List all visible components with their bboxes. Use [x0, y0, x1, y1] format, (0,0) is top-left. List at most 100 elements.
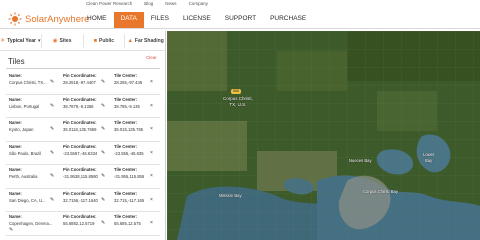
nav-data[interactable]: DATA: [113, 12, 144, 28]
map-label-mission-bay: Mission Bay: [219, 193, 242, 198]
sites-label: Sites: [59, 38, 72, 44]
far-shading-label: Far Shading: [134, 38, 164, 44]
edit-pin-pencil-icon[interactable]: ✎: [101, 173, 105, 179]
tile-row: Name: Pin Coordinates: Tile Center: São …: [6, 142, 160, 165]
tile-pin-coordinates: 38.7879,-9.1356: [63, 103, 94, 109]
tile-row: Name: Pin Coordinates: Tile Center: Kyot…: [6, 118, 160, 142]
map-label-lower-bay-2: Bay: [425, 158, 433, 163]
remove-tile-close-icon[interactable]: ×: [150, 220, 153, 226]
tile-name: Copenhagen, Denma...: [9, 221, 53, 226]
remove-tile-close-icon[interactable]: ×: [150, 79, 153, 85]
tile-center: -31.955,115.855: [114, 174, 145, 179]
tile-name-header: Name:: [9, 143, 22, 149]
tile-name-header: Name:: [9, 214, 22, 219]
edit-pin-pencil-icon[interactable]: ✎: [101, 220, 105, 226]
tile-pin-header: Pin Coordinates:: [63, 143, 97, 149]
utility-link-company[interactable]: Company: [189, 1, 208, 6]
tile-center-header: Tile Center:: [114, 96, 137, 102]
tile-name-header: Name:: [9, 120, 22, 125]
sites-button[interactable]: ◉ Sites: [42, 34, 84, 48]
tile-center-header: Tile Center:: [114, 190, 137, 196]
edit-name-pencil-icon[interactable]: ✎: [50, 173, 54, 179]
tile-pin-coordinates: -23.5567,-46.6334: [63, 150, 98, 156]
sun-logo-icon: [8, 12, 22, 26]
utility-links: Clean Power Research Blog News Company: [86, 1, 208, 6]
edit-name-pencil-icon[interactable]: ✎: [50, 150, 54, 156]
map-pin-label-line1: Corpus Christi,: [223, 96, 253, 101]
lock-icon: ■: [93, 38, 98, 44]
tile-name-header: Name:: [9, 190, 22, 196]
map-pin-marker[interactable]: 888: [231, 89, 241, 94]
remove-tile-close-icon[interactable]: ×: [150, 126, 153, 132]
map-label-lower-bay: Lower: [423, 152, 435, 157]
public-button[interactable]: ■ Public: [84, 34, 126, 48]
tiles-title: Tiles: [8, 57, 25, 66]
remove-tile-close-icon[interactable]: ×: [150, 150, 153, 156]
edit-pin-pencil-icon[interactable]: ✎: [101, 126, 105, 132]
mountain-icon: ▲: [127, 38, 133, 44]
tile-pin-header: Pin Coordinates:: [63, 96, 97, 102]
tile-pin-coordinates: 35.0118,135.7669: [63, 127, 97, 132]
nav-home[interactable]: HOME: [80, 12, 114, 28]
tiles-panel: ☀ Typical Year ▾ ◉ Sites ■ Public ▲ Far …: [0, 31, 166, 240]
edit-name-pencil-icon[interactable]: ✎: [50, 103, 54, 109]
tile-name: São Paulo, Brazil: [9, 150, 42, 156]
nav-purchase[interactable]: PURCHASE: [263, 12, 313, 28]
chevron-down-icon: ▾: [37, 38, 41, 44]
utility-link-news[interactable]: News: [165, 1, 176, 6]
tile-center-header: Tile Center:: [114, 120, 137, 125]
remove-tile-close-icon[interactable]: ×: [150, 173, 153, 179]
utility-link-cpr[interactable]: Clean Power Research: [86, 1, 132, 6]
tile-pin-header: Pin Coordinates:: [63, 73, 97, 78]
tiles-title-divider: [6, 68, 160, 69]
top-utility-bar: Clean Power Research Blog News Company: [0, 0, 480, 10]
tile-name: San Diego, CA, U...: [9, 197, 46, 203]
map-pin-label-line2: TX, U.S.: [229, 101, 247, 107]
satellite-map[interactable]: 888 Corpus Christi, TX, U.S. Mission Bay…: [167, 31, 480, 240]
tile-center: -23.555,-46.635: [114, 150, 144, 156]
tile-center: 38.785,-9.135: [114, 103, 140, 109]
tile-center: 28.255,-97.445: [114, 80, 143, 85]
tile-center-header: Tile Center:: [114, 214, 137, 219]
nav-divider: [0, 28, 480, 29]
edit-pin-pencil-icon[interactable]: ✎: [101, 150, 105, 156]
main-nav: HOME DATA FILES LICENSE SUPPORT PURCHASE: [80, 12, 313, 28]
tile-pin-coordinates: 55.6882,12.5719: [63, 221, 95, 226]
tile-center: 32.715,-117.165: [114, 197, 145, 203]
typical-year-button[interactable]: ☀ Typical Year ▾: [0, 34, 42, 48]
nav-license[interactable]: LICENSE: [176, 12, 218, 28]
map-marker-icon: ◉: [52, 38, 58, 44]
tile-row: Name: Pin Coordinates: Tile Center: Cope…: [6, 212, 160, 236]
tile-row: Name: Pin Coordinates: Tile Center: San …: [6, 189, 160, 212]
tiles-list: Name: Pin Coordinates: Tile Center: Corp…: [0, 71, 166, 236]
edit-name-pencil-icon[interactable]: ✎: [50, 79, 54, 85]
tile-pin-header: Pin Coordinates:: [63, 190, 97, 196]
tile-name-header: Name:: [9, 73, 22, 78]
sun-icon: ☀: [0, 38, 6, 44]
edit-name-pencil-icon[interactable]: ✎: [50, 126, 54, 132]
tile-pin-coordinates: 32.7156,-117.1640: [63, 197, 98, 203]
tile-name: Lisbon, Portugal: [9, 103, 40, 109]
utility-link-blog[interactable]: Blog: [144, 1, 153, 6]
remove-tile-close-icon[interactable]: ×: [150, 103, 153, 109]
edit-pin-pencil-icon[interactable]: ✎: [101, 79, 105, 85]
remove-tile-close-icon[interactable]: ×: [150, 197, 153, 203]
map-label-corpus-christi-bay: Corpus Christi Bay: [363, 189, 398, 194]
edit-pin-pencil-icon[interactable]: ✎: [101, 197, 105, 203]
edit-name-pencil-icon[interactable]: ✎: [50, 197, 54, 203]
public-label: Public: [99, 38, 115, 44]
edit-name-pencil-icon[interactable]: ✎: [9, 227, 13, 233]
tile-pin-header: Pin Coordinates:: [63, 214, 97, 219]
nav-files[interactable]: FILES: [144, 12, 176, 28]
far-shading-button[interactable]: ▲ Far Shading: [125, 34, 166, 48]
tile-center: 55.685,12.575: [114, 221, 141, 226]
map-imagery: [167, 31, 480, 240]
logo[interactable]: SolarAnywhere: [8, 12, 89, 26]
tile-row: Name: Pin Coordinates: Tile Center: Pert…: [6, 165, 160, 189]
edit-pin-pencil-icon[interactable]: ✎: [101, 103, 105, 109]
nav-support[interactable]: SUPPORT: [218, 12, 263, 28]
tile-pin-header: Pin Coordinates:: [63, 167, 97, 172]
map-label-nueces-bay: Nueces Bay: [349, 158, 372, 163]
tile-pin-coordinates: 28.2518,-97.4407: [63, 80, 96, 85]
clear-link[interactable]: Clear: [146, 55, 157, 60]
